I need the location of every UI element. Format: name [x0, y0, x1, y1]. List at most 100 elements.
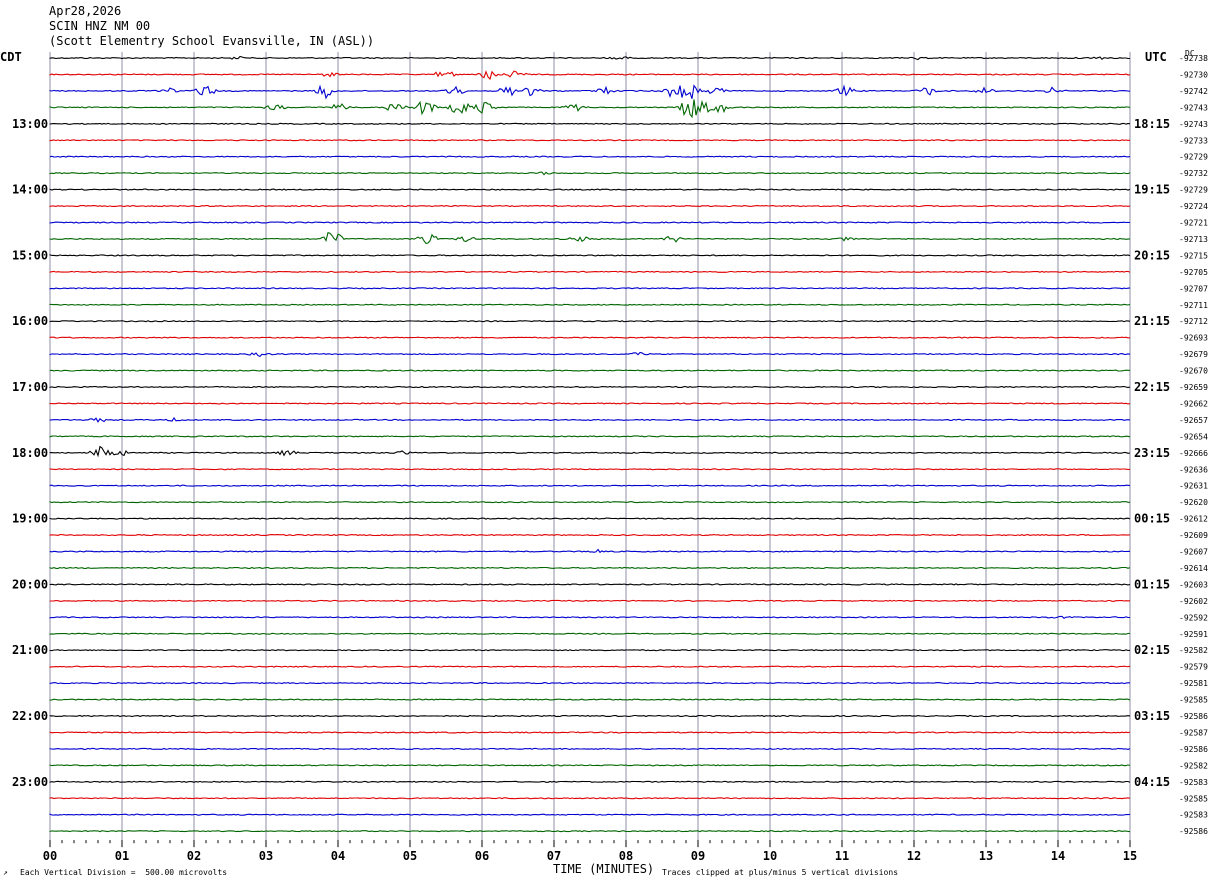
clip-note: Traces clipped at plus/minus 5 vertical …: [662, 868, 899, 877]
x-axis-title: TIME (MINUTES): [553, 862, 655, 876]
x-tick-label: 12: [907, 849, 921, 863]
trace-row: [49, 435, 1131, 438]
trace-row: [49, 615, 1130, 619]
trace-row: [49, 468, 1130, 471]
trace-row: [49, 548, 1131, 554]
trace-row: [49, 171, 1131, 176]
dc-offset-value: -92733: [1179, 136, 1208, 145]
trace-row: [49, 714, 1131, 718]
left-hour-label: 23:00: [12, 775, 48, 789]
trace-row: [49, 649, 1131, 652]
trace-row: [49, 665, 1131, 668]
dc-offset-value: -92636: [1179, 465, 1208, 474]
helicorder-plot: 00 01 02 03 04 05 06 07 08 09 10 11 12 13 14 15-92738-9…: [12, 52, 1208, 863]
trace-row: [49, 254, 1131, 257]
left-hour-label: 14:00: [12, 183, 48, 197]
trace-row: [49, 698, 1131, 701]
trace-row: [49, 501, 1131, 504]
left-hour-label: 19:00: [12, 512, 48, 526]
left-hour-label: 17:00: [12, 380, 48, 394]
dc-offset-value: -92583: [1179, 811, 1208, 820]
trace-row: [49, 287, 1131, 290]
trace-row: [49, 402, 1131, 405]
trace-row: [49, 155, 1131, 158]
trace-row: [49, 351, 1131, 358]
dc-offset-value: -92721: [1179, 219, 1208, 228]
right-hour-label: 19:15: [1134, 183, 1170, 197]
dc-offset-value: -92713: [1179, 235, 1208, 244]
x-tick-label: 00: [43, 849, 57, 863]
right-hour-label: 20:15: [1134, 248, 1170, 262]
right-hour-label: 00:15: [1134, 512, 1170, 526]
dc-offset-value: -92586: [1179, 827, 1208, 836]
dc-offset-value: -92585: [1179, 794, 1208, 803]
dc-offset-value: -92693: [1179, 334, 1208, 343]
x-tick-label: 05: [403, 849, 417, 863]
trace-row: [49, 731, 1131, 734]
right-hour-label: 21:15: [1134, 314, 1170, 328]
dc-offset-value: -92586: [1179, 745, 1208, 754]
trace-row: [49, 747, 1131, 751]
trace-row: [49, 517, 1131, 520]
trace-row: [49, 270, 1131, 273]
dc-offset-value: -92742: [1179, 87, 1208, 96]
dc-offset-value: -92609: [1179, 531, 1208, 540]
x-tick-label: 04: [331, 849, 345, 863]
dc-offset-value: -92707: [1179, 284, 1208, 293]
dc-offset-value: -92662: [1179, 399, 1208, 408]
dc-offset-value: -92582: [1179, 761, 1208, 770]
dc-offset-value: -92711: [1179, 301, 1208, 310]
dc-offset-value: -92729: [1179, 153, 1208, 162]
dc-offset-value: -92679: [1179, 350, 1208, 359]
dc-offset-value: -92587: [1179, 728, 1208, 737]
dc-offset-value: -92614: [1179, 564, 1208, 573]
trace-row: [49, 221, 1131, 224]
trace-row: [49, 336, 1131, 339]
dc-offset-value: -92743: [1179, 103, 1208, 112]
right-hour-label: 02:15: [1134, 643, 1170, 657]
dc-offset-value: -92592: [1179, 613, 1208, 622]
right-hour-label: 22:15: [1134, 380, 1170, 394]
dc-offset-value: -92583: [1179, 778, 1208, 787]
trace-row: [49, 369, 1131, 372]
dc-offset-value: -92591: [1179, 630, 1208, 639]
left-hour-label: 18:00: [12, 446, 48, 460]
x-tick-label: 06: [475, 849, 489, 863]
dc-offset-value: -92582: [1179, 646, 1208, 655]
seismic-traces: [49, 55, 1131, 833]
dc-offset-value: -92729: [1179, 186, 1208, 195]
x-tick-label: 13: [979, 849, 993, 863]
trace-row: [49, 445, 1131, 458]
dc-offset-value: -92612: [1179, 515, 1208, 524]
dc-offset-value: -92581: [1179, 679, 1208, 688]
dc-offset-value: -92586: [1179, 712, 1208, 721]
left-hour-label: 20:00: [12, 577, 48, 591]
dc-offset-value: -92743: [1179, 120, 1208, 129]
dc-offset-value: -92659: [1179, 383, 1208, 392]
vertical-scale-note: Each Vertical Division = 500.00 microvol…: [20, 868, 228, 877]
dc-offset-value: -92732: [1179, 169, 1208, 178]
x-tick-label: 10: [763, 849, 777, 863]
trace-row: [49, 385, 1131, 389]
dc-offset-value: -92738: [1179, 54, 1208, 63]
trace-row: [49, 99, 1131, 119]
dc-offset-value: -92712: [1179, 317, 1208, 326]
trace-row: [49, 139, 1131, 142]
dc-offset-value: -92607: [1179, 548, 1208, 557]
trace-row: [49, 599, 1131, 602]
trace-row: [49, 320, 1131, 323]
trace-row: [49, 583, 1131, 586]
x-tick-label: 03: [259, 849, 273, 863]
trace-row: [49, 764, 1131, 767]
right-hour-label: 18:15: [1134, 117, 1170, 131]
right-hour-label: 01:15: [1134, 577, 1170, 591]
x-tick-label: 09: [691, 849, 705, 863]
right-hour-label: 03:15: [1134, 709, 1170, 723]
x-tick-label: 14: [1051, 849, 1065, 863]
trace-row: [49, 417, 1131, 423]
right-hour-label: 23:15: [1134, 446, 1170, 460]
x-tick-label: 11: [835, 849, 849, 863]
axis-labels: 00 01 02 03 04 05 06 07 08 09 10 11 12 13 14 15-92738-9…: [12, 54, 1208, 863]
scale-icon: ↗: [3, 868, 8, 877]
left-hour-label: 15:00: [12, 248, 48, 262]
